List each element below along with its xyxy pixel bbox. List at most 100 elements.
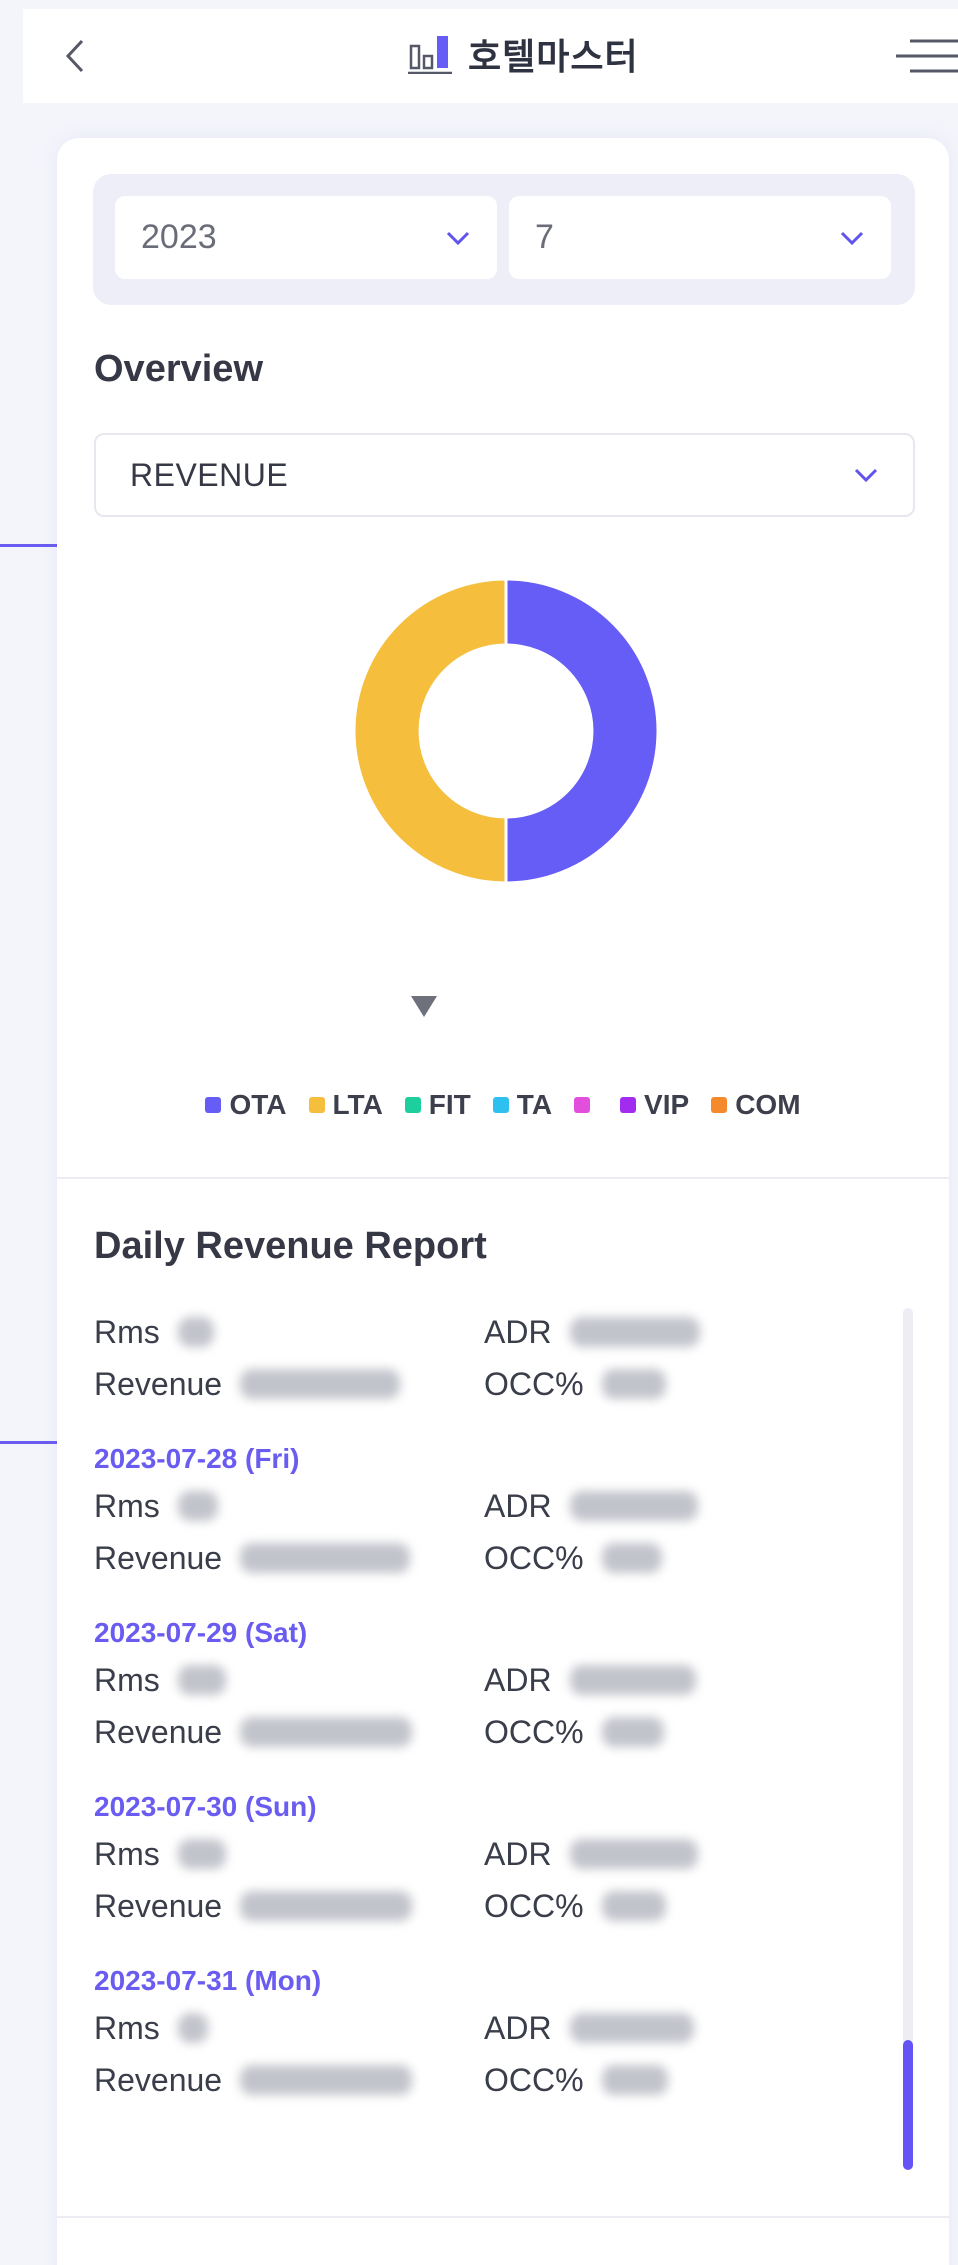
chevron-down-icon bbox=[446, 231, 470, 245]
year-select[interactable]: 2023 bbox=[115, 196, 497, 279]
legend-item[interactable]: FIT bbox=[404, 1088, 471, 1122]
redacted-value bbox=[569, 1317, 700, 1347]
brand[interactable]: 호텔마스터 bbox=[408, 29, 639, 79]
redacted-value bbox=[601, 1369, 666, 1399]
legend-item[interactable]: VIP bbox=[620, 1088, 689, 1122]
legend-swatch bbox=[492, 1097, 509, 1113]
legend-swatch bbox=[711, 1097, 728, 1113]
redacted-value bbox=[240, 2065, 413, 2095]
metric-label: ADR bbox=[484, 1487, 552, 1524]
legend-label: TA bbox=[516, 1089, 553, 1120]
legend-item[interactable] bbox=[574, 1088, 598, 1122]
redacted-value bbox=[601, 1891, 666, 1921]
redacted-value bbox=[240, 1717, 413, 1747]
daily-report-list[interactable]: Rms ADR Revenue OCC% 2023-07-28 (Fri) Rms ADR R… bbox=[94, 1306, 874, 2106]
report-cell: Revenue bbox=[94, 1366, 484, 1403]
report-cell: OCC% bbox=[484, 1714, 874, 1751]
metric-label: Rms bbox=[94, 1661, 160, 1698]
bar-chart-icon bbox=[408, 36, 452, 74]
legend-item[interactable]: OTA bbox=[205, 1088, 287, 1122]
redacted-value bbox=[569, 1839, 698, 1869]
report-row: Revenue OCC% bbox=[94, 1532, 874, 1584]
redacted-value bbox=[601, 1717, 664, 1747]
metric-label: Revenue bbox=[94, 1539, 223, 1576]
legend-label: LTA bbox=[332, 1089, 383, 1120]
metric-label: OCC% bbox=[484, 1887, 584, 1924]
report-row: Revenue OCC% bbox=[94, 2054, 874, 2106]
report-cell: Revenue bbox=[94, 2062, 484, 2099]
app-title: 호텔마스터 bbox=[468, 37, 639, 78]
metric-select[interactable]: REVENUE bbox=[94, 433, 915, 517]
redacted-value bbox=[177, 1317, 214, 1347]
legend-swatch bbox=[308, 1097, 325, 1113]
report-entry: 2023-07-30 (Sun) Rms ADR Revenue OCC% bbox=[94, 1786, 874, 1932]
report-cell: OCC% bbox=[484, 1366, 874, 1403]
legend-label: OTA bbox=[229, 1089, 287, 1120]
report-cell: Revenue bbox=[94, 1888, 484, 1925]
report-cell: Revenue bbox=[94, 1540, 484, 1577]
metric-value: REVENUE bbox=[130, 456, 289, 493]
legend-item[interactable]: COM bbox=[711, 1088, 801, 1122]
metric-label: ADR bbox=[484, 1835, 552, 1872]
report-cell: Rms bbox=[94, 2010, 484, 2047]
redacted-value bbox=[240, 1543, 411, 1573]
legend-item[interactable]: TA bbox=[492, 1088, 553, 1122]
report-cell: OCC% bbox=[484, 2062, 874, 2099]
report-cell: OCC% bbox=[484, 1540, 874, 1577]
report-cell: OCC% bbox=[484, 1888, 874, 1925]
legend-item[interactable]: LTA bbox=[308, 1088, 383, 1122]
report-heading: Daily Revenue Report bbox=[94, 1225, 487, 1267]
report-cell: Rms bbox=[94, 1836, 484, 1873]
menu-button[interactable] bbox=[888, 35, 958, 79]
report-cell: ADR bbox=[484, 1488, 874, 1525]
donut-slice-lta[interactable] bbox=[352, 577, 508, 885]
metric-label: Rms bbox=[94, 1487, 160, 1524]
report-entry: Rms ADR Revenue OCC% bbox=[94, 1306, 874, 1410]
legend-label: FIT bbox=[428, 1089, 471, 1120]
metric-label: ADR bbox=[484, 2009, 552, 2046]
redacted-value bbox=[569, 1491, 698, 1521]
redacted-value bbox=[601, 1543, 662, 1573]
chevron-down-icon bbox=[840, 231, 864, 245]
report-row: Revenue OCC% bbox=[94, 1706, 874, 1758]
back-button[interactable] bbox=[53, 34, 97, 78]
report-date: 2023-07-29 (Sat) bbox=[94, 1617, 308, 1648]
report-cell: Rms bbox=[94, 1662, 484, 1699]
redacted-value bbox=[177, 1491, 218, 1521]
scrollbar-track[interactable] bbox=[903, 1308, 913, 2168]
metric-label: Rms bbox=[94, 2009, 160, 2046]
overview-heading: Overview bbox=[94, 348, 263, 390]
report-date: 2023-07-30 (Sun) bbox=[94, 1791, 317, 1822]
metric-label: OCC% bbox=[484, 1539, 584, 1576]
metric-label: Revenue bbox=[94, 1887, 223, 1924]
metric-label: OCC% bbox=[484, 1713, 584, 1750]
triangle-down-icon[interactable] bbox=[409, 993, 439, 1019]
report-row: Rms ADR bbox=[94, 1828, 874, 1880]
metric-label: OCC% bbox=[484, 1365, 584, 1402]
donut-slice-ota[interactable] bbox=[504, 577, 660, 885]
metric-label: OCC% bbox=[484, 2061, 584, 2098]
report-date: 2023-07-28 (Fri) bbox=[94, 1443, 300, 1474]
redacted-value bbox=[240, 1891, 413, 1921]
section-divider bbox=[57, 1177, 949, 1179]
report-row: Rms ADR bbox=[94, 2002, 874, 2054]
chart-legend: OTA LTA FIT TA VIP COM bbox=[57, 1088, 949, 1122]
report-cell: ADR bbox=[484, 1836, 874, 1873]
legend-label: VIP bbox=[644, 1089, 690, 1120]
metric-label: Revenue bbox=[94, 1713, 223, 1750]
metric-label: Revenue bbox=[94, 2061, 223, 2098]
report-row: Revenue OCC% bbox=[94, 1880, 874, 1932]
month-select[interactable]: 7 bbox=[509, 196, 891, 279]
redacted-value bbox=[177, 1665, 226, 1695]
year-value: 2023 bbox=[141, 218, 217, 256]
date-filter-panel: 2023 7 bbox=[93, 174, 915, 305]
redacted-value bbox=[177, 1839, 226, 1869]
section-divider bbox=[57, 2216, 949, 2218]
redacted-value bbox=[601, 2065, 668, 2095]
report-row: Rms ADR bbox=[94, 1654, 874, 1706]
report-cell: ADR bbox=[484, 2010, 874, 2047]
legend-swatch bbox=[620, 1097, 637, 1113]
report-date: 2023-07-31 (Mon) bbox=[94, 1965, 322, 1996]
legend-swatch bbox=[404, 1097, 421, 1113]
scrollbar-thumb[interactable] bbox=[903, 2040, 913, 2170]
